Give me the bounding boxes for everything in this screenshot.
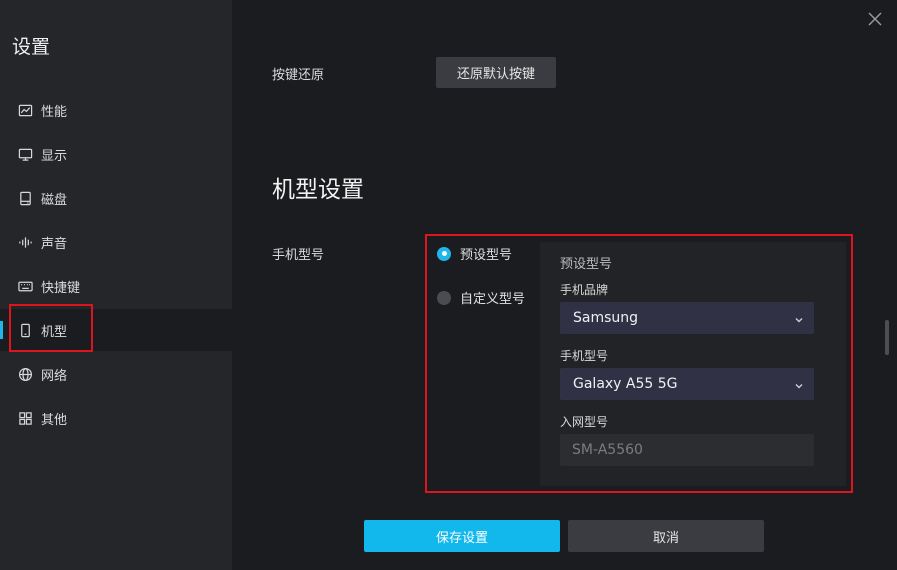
model-label: 手机型号	[560, 349, 609, 363]
chevron-down-icon	[794, 313, 804, 323]
network-model-label: 入网型号	[560, 415, 609, 429]
close-button[interactable]	[866, 10, 886, 30]
model-value: Galaxy A55 5G	[573, 376, 678, 392]
sidebar-item-label: 磁盘	[41, 192, 68, 208]
sidebar-item-shortcuts[interactable]: 快捷键	[0, 265, 232, 307]
brand-label: 手机品牌	[560, 283, 609, 297]
scrollbar-thumb[interactable]	[885, 320, 889, 355]
sound-icon	[17, 234, 33, 250]
save-settings-button[interactable]: 保存设置	[364, 520, 560, 552]
preset-model-panel: 预设型号 手机品牌 Samsung 手机型号 Galaxy A55 5G 入网型…	[540, 242, 846, 486]
sidebar-item-network[interactable]: 网络	[0, 353, 232, 395]
panel-title: 预设型号	[560, 257, 613, 272]
sidebar-item-sound[interactable]: 声音	[0, 221, 232, 263]
phone-model-label: 手机型号	[272, 248, 325, 263]
close-icon	[868, 12, 882, 26]
sidebar-item-label: 显示	[41, 148, 68, 164]
sidebar-item-label: 性能	[41, 104, 68, 120]
monitor-icon	[17, 146, 33, 162]
keyboard-icon	[17, 278, 33, 294]
restore-default-keys-button[interactable]: 还原默认按键	[436, 57, 556, 88]
sidebar-item-model[interactable]: 机型	[0, 309, 232, 351]
phone-icon	[17, 322, 33, 338]
disk-icon	[17, 190, 33, 206]
network-model-field: SM-A5560	[560, 434, 814, 466]
key-restore-label: 按键还原	[272, 68, 325, 83]
active-indicator	[0, 321, 3, 339]
radio-preset-model[interactable]: 预设型号	[437, 244, 512, 263]
section-title-model: 机型设置	[272, 177, 364, 203]
network-model-value: SM-A5560	[572, 442, 643, 458]
radio-label: 自定义型号	[460, 292, 526, 307]
globe-icon	[17, 366, 33, 382]
sidebar-item-label: 网络	[41, 368, 68, 384]
radio-custom-model[interactable]: 自定义型号	[437, 288, 525, 307]
chevron-down-icon	[794, 379, 804, 389]
sidebar-item-label: 其他	[41, 412, 68, 428]
sidebar-item-label: 机型	[41, 324, 68, 340]
cancel-button[interactable]: 取消	[568, 520, 764, 552]
sidebar-item-label: 快捷键	[41, 280, 81, 296]
sidebar-item-label: 声音	[41, 236, 68, 252]
sidebar-item-disk[interactable]: 磁盘	[0, 177, 232, 219]
chart-icon	[17, 102, 33, 118]
brand-value: Samsung	[573, 310, 639, 326]
grid-icon	[17, 410, 33, 426]
model-select[interactable]: Galaxy A55 5G	[560, 368, 814, 400]
brand-select[interactable]: Samsung	[560, 302, 814, 334]
radio-label: 预设型号	[460, 248, 513, 263]
radio-checked-icon	[437, 246, 451, 261]
sidebar-item-display[interactable]: 显示	[0, 133, 232, 175]
sidebar-item-performance[interactable]: 性能	[0, 89, 232, 131]
sidebar-title: 设置	[12, 36, 51, 58]
sidebar: 设置 性能 显示 磁盘 声音 快捷键 机型 网络 其他	[0, 0, 232, 570]
sidebar-item-other[interactable]: 其他	[0, 397, 232, 439]
radio-unchecked-icon	[437, 290, 451, 305]
